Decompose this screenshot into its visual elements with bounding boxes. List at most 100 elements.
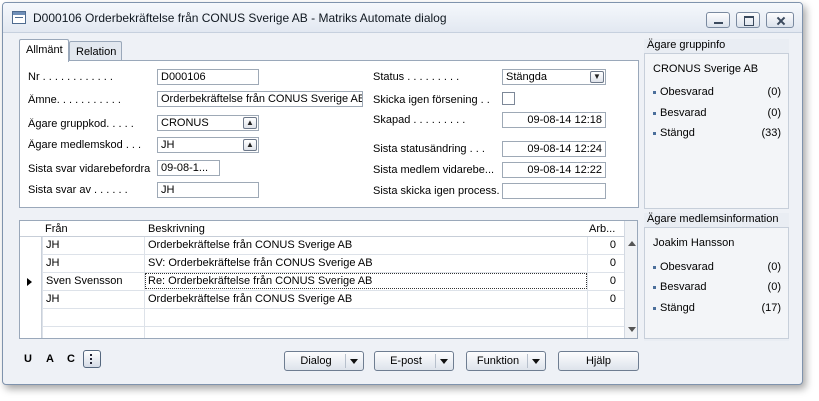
table-row[interactable]: JH Orderbekräftelse från CONUS Sverige A…	[20, 237, 625, 255]
row-description: Orderbekräftelse från CONUS Sverige AB	[148, 239, 353, 251]
dialog-button-label: Dialog	[300, 355, 332, 367]
table-row[interactable]: JH Orderbekräftelse från CONUS Sverige A…	[20, 291, 625, 309]
column-header-fran[interactable]: Från	[45, 223, 68, 235]
vertical-scrollbar[interactable]	[624, 221, 637, 338]
group-obesvarad[interactable]: Obesvarad (0)	[653, 86, 781, 98]
column-header-arb[interactable]: Arb...	[589, 223, 615, 235]
sista-statusandring-label: Sista statusändring . . .	[373, 143, 485, 155]
skapad-field[interactable]: 09-08-14 12:18	[502, 112, 606, 128]
nr-field[interactable]: D000106	[157, 69, 259, 85]
row-from: Sven Svensson	[46, 275, 123, 287]
group-stangd-count: (33)	[761, 127, 781, 139]
chevron-down-icon[interactable]	[350, 359, 358, 364]
row-selector[interactable]	[20, 309, 42, 327]
nr-label: Nr . . . . . . . . . . . .	[28, 71, 113, 83]
close-icon[interactable]	[766, 12, 794, 28]
u-indicator[interactable]: U	[24, 353, 32, 365]
lookup-arrow-icon[interactable]: ▲	[243, 117, 257, 129]
agare-gruppkod-field[interactable]: CRONUS ▲	[157, 115, 259, 131]
member-obesvarad-count: (0)	[767, 261, 781, 273]
scroll-down-icon[interactable]	[628, 327, 636, 332]
member-obesvarad[interactable]: Obesvarad (0)	[653, 261, 781, 273]
epost-button[interactable]: E-post	[374, 351, 454, 371]
member-besvarad[interactable]: Besvarad (0)	[653, 281, 781, 293]
sista-svar-av-field[interactable]: JH	[157, 182, 259, 198]
sista-skicka-igen-process-field[interactable]	[502, 183, 606, 199]
c-indicator[interactable]: C	[67, 353, 75, 365]
sista-svar-vidarebefordra-label: Sista svar vidarebefordra	[28, 163, 151, 175]
title-bar[interactable]: D000106 Orderbekräftelse från CONUS Sver…	[3, 3, 802, 33]
hjalp-button[interactable]: Hjälp	[558, 351, 639, 371]
app-icon	[12, 11, 26, 24]
funktion-button[interactable]: Funktion	[466, 351, 546, 371]
group-besvarad[interactable]: Besvarad (0)	[653, 107, 781, 119]
tab-relation[interactable]: Relation	[69, 41, 122, 61]
current-row-arrow-icon	[27, 278, 32, 286]
agare-medlemskod-field[interactable]: JH ▲	[157, 137, 259, 153]
row-arb: 0	[609, 239, 616, 251]
row-selector[interactable]	[20, 255, 42, 273]
member-stangd[interactable]: Stängd (17)	[653, 302, 781, 314]
sista-svar-vidarebefordra-field[interactable]: 09-08-1...	[157, 160, 220, 176]
table-row-selected[interactable]: Sven Svensson Re: Orderbekräftelse från …	[20, 273, 625, 291]
agare-gruppkod-label: Ägare gruppkod. . . . .	[28, 118, 134, 130]
table-row[interactable]: JH SV: Orderbekräftelse från CONUS Sveri…	[20, 255, 625, 273]
chevron-down-icon[interactable]	[532, 359, 540, 364]
member-stangd-count: (17)	[761, 302, 781, 314]
group-stangd[interactable]: Stängd (33)	[653, 127, 781, 139]
row-from: JH	[46, 257, 60, 269]
group-name: CRONUS Sverige AB	[653, 63, 759, 75]
column-header-beskrivning[interactable]: Beskrivning	[148, 223, 205, 235]
skicka-igen-forsening-checkbox[interactable]	[502, 92, 515, 105]
list-view-icon[interactable]	[83, 350, 101, 368]
amne-field[interactable]: Orderbekräftelse från CONUS Sverige AB	[157, 91, 363, 107]
chevron-down-icon[interactable]	[440, 359, 448, 364]
row-arb: 0	[609, 275, 616, 287]
a-indicator[interactable]: A	[46, 353, 54, 365]
group-obesvarad-label: Obesvarad	[660, 86, 714, 98]
message-table[interactable]: Från Beskrivning Arb... JH Orderbekräfte…	[19, 220, 638, 339]
agare-medlemskod-label: Ägare medlemskod . . .	[28, 139, 142, 151]
status-label: Status . . . . . . . . .	[373, 71, 460, 83]
button-separator	[345, 354, 346, 368]
lookup-arrow-icon[interactable]: ▲	[243, 139, 257, 151]
row-description: Re: Orderbekräftelse från CONUS Sverige …	[148, 275, 373, 287]
member-besvarad-label: Besvarad	[660, 281, 707, 293]
member-info-title: Ägare medlemsinformation	[647, 213, 779, 225]
sista-statusandring-field[interactable]: 09-08-14 12:24	[502, 141, 606, 157]
table-row-empty[interactable]	[20, 327, 625, 338]
row-selector[interactable]	[20, 237, 42, 255]
row-description: Orderbekräftelse från CONUS Sverige AB	[148, 293, 353, 305]
sista-medlem-vidarebe-field[interactable]: 09-08-14 12:22	[502, 162, 606, 178]
row-selector[interactable]	[20, 273, 42, 291]
status-select[interactable]: Stängda ▼	[502, 69, 606, 85]
minimize-icon[interactable]	[706, 12, 730, 28]
sista-svar-av-label: Sista svar av . . . . . .	[28, 184, 128, 196]
group-obesvarad-count: (0)	[767, 86, 781, 98]
bullet-icon	[653, 306, 656, 310]
window-title: D000106 Orderbekräftelse från CONUS Sver…	[33, 11, 447, 25]
group-besvarad-label: Besvarad	[660, 107, 707, 119]
maximize-icon[interactable]	[736, 12, 760, 28]
row-selector[interactable]	[20, 327, 42, 338]
dialog-button[interactable]: Dialog	[284, 351, 364, 371]
agare-gruppkod-value: CRONUS	[161, 117, 209, 129]
agare-medlemskod-value: JH	[161, 139, 175, 151]
member-name: Joakim Hansson	[653, 237, 735, 249]
skapad-label: Skapad . . . . . . . . .	[373, 114, 466, 126]
member-obesvarad-label: Obesvarad	[660, 261, 714, 273]
amne-label: Ämne. . . . . . . . . . .	[28, 94, 121, 106]
row-description: SV: Orderbekräftelse från CONUS Sverige …	[148, 257, 373, 269]
member-info-box: Joakim Hansson Obesvarad (0) Besvarad (0…	[644, 227, 789, 339]
chevron-down-icon[interactable]: ▼	[590, 71, 604, 83]
tab-allmant[interactable]: Allmänt	[19, 39, 69, 62]
row-selector[interactable]	[20, 291, 42, 309]
row-from: JH	[46, 239, 60, 251]
sista-medlem-vidarebe-label: Sista medlem vidarebe...	[373, 164, 495, 176]
skicka-igen-forsening-label: Skicka igen försening . .	[373, 94, 490, 106]
bullet-icon	[653, 131, 656, 135]
general-card: Nr . . . . . . . . . . . . D000106 Ämne.…	[19, 60, 639, 208]
bullet-icon	[653, 285, 656, 289]
table-row-empty[interactable]	[20, 309, 625, 327]
scroll-up-icon[interactable]	[628, 241, 636, 246]
